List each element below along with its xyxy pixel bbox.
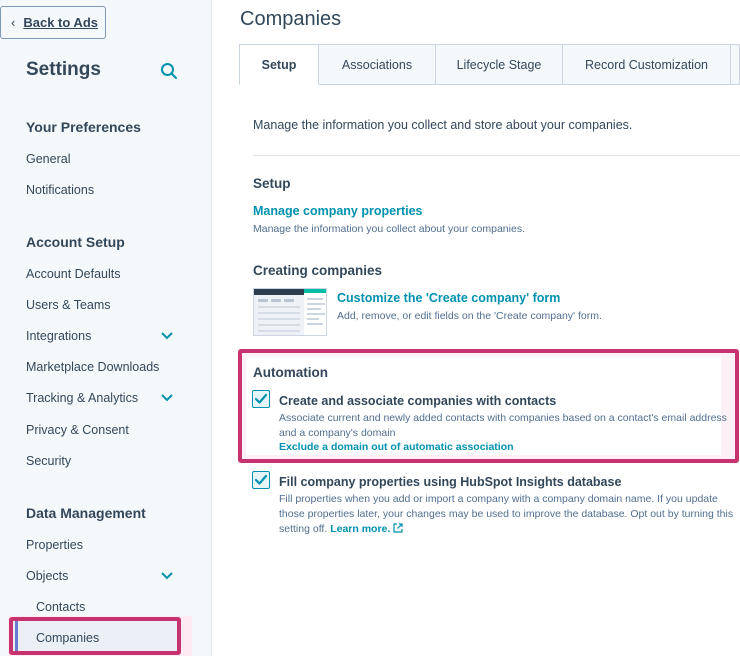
back-to-ads-label: Back to Ads [23,15,98,30]
active-indicator [15,621,18,651]
sidebar-item-users-teams[interactable]: Users & Teams [26,298,111,312]
chevron-down-icon[interactable] [160,393,174,403]
chevron-down-icon[interactable] [160,331,174,341]
back-to-ads-button[interactable]: ‹ Back to Ads [0,6,106,39]
associate-contacts-checkbox[interactable] [252,390,270,408]
settings-sidebar: ‹ Back to Ads Settings Your Preferences … [0,0,212,656]
section-your-preferences: Your Preferences [26,119,141,135]
sidebar-item-general[interactable]: General [26,152,70,166]
insights-database-desc-block: Fill properties when you add or import a… [279,492,737,537]
sidebar-item-marketplace-downloads[interactable]: Marketplace Downloads [26,360,159,374]
insights-database-title: Fill company properties using HubSpot In… [279,475,622,489]
manage-company-properties-desc: Manage the information you collect about… [253,223,525,235]
search-icon[interactable] [160,62,178,80]
page-title: Companies [240,8,342,30]
intro-text: Manage the information you collect and s… [253,118,633,132]
check-icon [254,474,268,485]
sidebar-item-notifications[interactable]: Notifications [26,183,94,197]
settings-title: Settings [26,59,101,80]
chevron-left-icon: ‹ [11,15,16,30]
create-form-thumbnail[interactable] [253,288,327,336]
manage-company-properties-link[interactable]: Manage company properties [253,204,423,218]
chevron-down-icon[interactable] [160,571,174,581]
associate-contacts-title: Create and associate companies with cont… [279,394,557,408]
check-icon [254,393,268,404]
learn-more-link[interactable]: Learn more. [330,523,390,535]
tab-lifecycle-stage[interactable]: Lifecycle Stage [436,44,563,85]
sidebar-item-objects[interactable]: Objects [26,569,68,583]
tab-setup[interactable]: Setup [239,44,319,85]
creating-companies-heading: Creating companies [253,263,383,278]
setup-heading: Setup [253,176,291,191]
sidebar-item-account-defaults[interactable]: Account Defaults [26,267,121,281]
tab-associations[interactable]: Associations [319,44,436,85]
sidebar-item-tracking-analytics[interactable]: Tracking & Analytics [26,391,138,405]
external-link-icon [393,523,403,533]
sidebar-item-security[interactable]: Security [26,454,71,468]
sidebar-item-contacts[interactable]: Contacts [36,600,85,614]
tab-record-customization[interactable]: Record Customization [563,44,731,85]
section-account-setup: Account Setup [26,234,125,250]
sidebar-item-companies-label: Companies [36,631,100,645]
sidebar-item-privacy-consent[interactable]: Privacy & Consent [26,423,129,437]
customize-form-desc: Add, remove, or edit fields on the 'Crea… [337,310,602,322]
sidebar-item-properties[interactable]: Properties [26,538,83,552]
sidebar-item-integrations[interactable]: Integrations [26,329,91,343]
tab-overflow[interactable] [731,44,740,85]
automation-heading: Automation [253,365,328,380]
customize-create-company-form-link[interactable]: Customize the 'Create company' form [337,291,560,305]
tab-bar: Setup Associations Lifecycle Stage Recor… [239,44,740,85]
associate-contacts-desc: Associate current and newly added contac… [279,412,727,439]
exclude-domain-link[interactable]: Exclude a domain out of automatic associ… [279,441,514,453]
divider [253,155,740,156]
section-data-management: Data Management [26,505,146,521]
insights-database-checkbox[interactable] [252,471,270,489]
form-preview-image [254,289,326,335]
